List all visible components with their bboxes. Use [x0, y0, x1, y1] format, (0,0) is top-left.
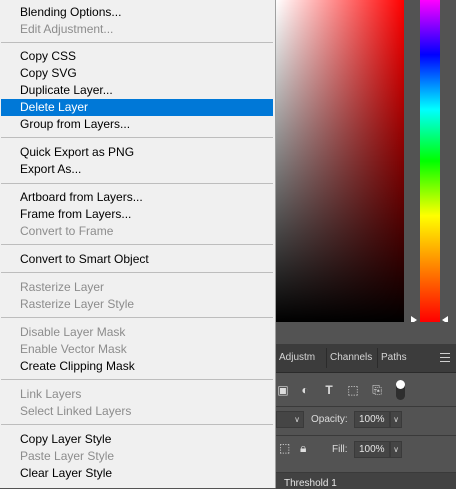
menu-item-select-linked-layers[interactable]: Select Linked Layers: [1, 403, 273, 420]
menu-item-create-clipping-mask[interactable]: Create Clipping Mask: [1, 358, 273, 375]
menu-item-convert-to-smart-object[interactable]: Convert to Smart Object: [1, 251, 273, 268]
smart-object-filter-icon[interactable]: ⎘: [370, 383, 384, 397]
menu-separator: [1, 272, 273, 273]
layer-name: Threshold 1: [284, 478, 337, 489]
menu-item-quick-export-png[interactable]: Quick Export as PNG: [1, 144, 273, 161]
menu-item-export-as[interactable]: Export As...: [1, 161, 273, 178]
menu-item-rasterize-layer-style[interactable]: Rasterize Layer Style: [1, 296, 273, 313]
layers-panel: ▣ ◐ T ⬚ ⎘ ∨ Opacity: 100% ∨ ⬚ 🔒︎ Fill: 1…: [276, 373, 456, 489]
menu-separator: [1, 424, 273, 425]
panel-divider: [276, 406, 456, 407]
fill-label: Fill:: [332, 444, 348, 455]
image-filter-icon[interactable]: ▣: [276, 383, 290, 397]
layer-context-menu: Blending Options... Edit Adjustment... C…: [0, 0, 276, 488]
opacity-input[interactable]: 100%: [354, 411, 390, 428]
panel-tab-bar: Adjustm Channels Paths: [276, 344, 456, 373]
adjustment-filter-icon[interactable]: ◐: [298, 383, 312, 397]
menu-item-frame-from-layers[interactable]: Frame from Layers...: [1, 206, 273, 223]
tab-divider: [377, 348, 378, 368]
menu-item-link-layers[interactable]: Link Layers: [1, 386, 273, 403]
opacity-dropdown-icon[interactable]: ∨: [390, 411, 402, 428]
menu-item-disable-layer-mask[interactable]: Disable Layer Mask: [1, 324, 273, 341]
menu-item-artboard-from-layers[interactable]: Artboard from Layers...: [1, 189, 273, 206]
menu-item-copy-layer-style[interactable]: Copy Layer Style: [1, 431, 273, 448]
lock-position-icon[interactable]: ⬚: [279, 441, 290, 455]
menu-separator: [1, 317, 273, 318]
tab-paths[interactable]: Paths: [381, 344, 407, 372]
picker-divider: [404, 0, 420, 322]
menu-item-edit-adjustment[interactable]: Edit Adjustment...: [1, 21, 273, 38]
menu-separator: [1, 42, 273, 43]
menu-item-duplicate-layer[interactable]: Duplicate Layer...: [1, 82, 273, 99]
shape-filter-icon[interactable]: ⬚: [346, 383, 360, 397]
panel-menu-icon[interactable]: [440, 353, 450, 362]
layer-row[interactable]: Threshold 1: [276, 472, 456, 489]
filter-toggle[interactable]: [396, 380, 405, 400]
menu-separator: [1, 244, 273, 245]
menu-item-delete-layer[interactable]: Delete Layer: [1, 99, 273, 116]
menu-item-clear-layer-style[interactable]: Clear Layer Style: [1, 465, 273, 482]
menu-separator: [1, 379, 273, 380]
type-filter-icon[interactable]: T: [322, 383, 336, 397]
hue-slider[interactable]: [420, 0, 440, 322]
layer-filter-row: ▣ ◐ T ⬚ ⎘: [276, 379, 456, 403]
menu-item-paste-layer-style[interactable]: Paste Layer Style: [1, 448, 273, 465]
picker-bottom-bar: [276, 322, 456, 344]
menu-item-group-from-layers[interactable]: Group from Layers...: [1, 116, 273, 133]
menu-item-convert-to-frame[interactable]: Convert to Frame: [1, 223, 273, 240]
menu-item-copy-css[interactable]: Copy CSS: [1, 48, 273, 65]
menu-item-blending-options[interactable]: Blending Options...: [1, 4, 273, 21]
tab-channels[interactable]: Channels: [330, 344, 372, 372]
tab-divider: [326, 348, 327, 368]
color-picker-field[interactable]: [276, 0, 404, 322]
menu-item-enable-vector-mask[interactable]: Enable Vector Mask: [1, 341, 273, 358]
menu-item-rasterize-layer[interactable]: Rasterize Layer: [1, 279, 273, 296]
fill-dropdown-icon[interactable]: ∨: [390, 441, 402, 458]
menu-separator: [1, 137, 273, 138]
menu-separator: [1, 183, 273, 184]
opacity-label: Opacity:: [311, 414, 348, 425]
lock-all-icon[interactable]: 🔒︎: [300, 441, 306, 456]
tab-adjustments[interactable]: Adjustm: [279, 344, 315, 372]
panel-divider: [276, 435, 456, 436]
blend-mode-select[interactable]: ∨: [276, 411, 304, 428]
menu-item-copy-svg[interactable]: Copy SVG: [1, 65, 273, 82]
fill-input[interactable]: 100%: [354, 441, 390, 458]
